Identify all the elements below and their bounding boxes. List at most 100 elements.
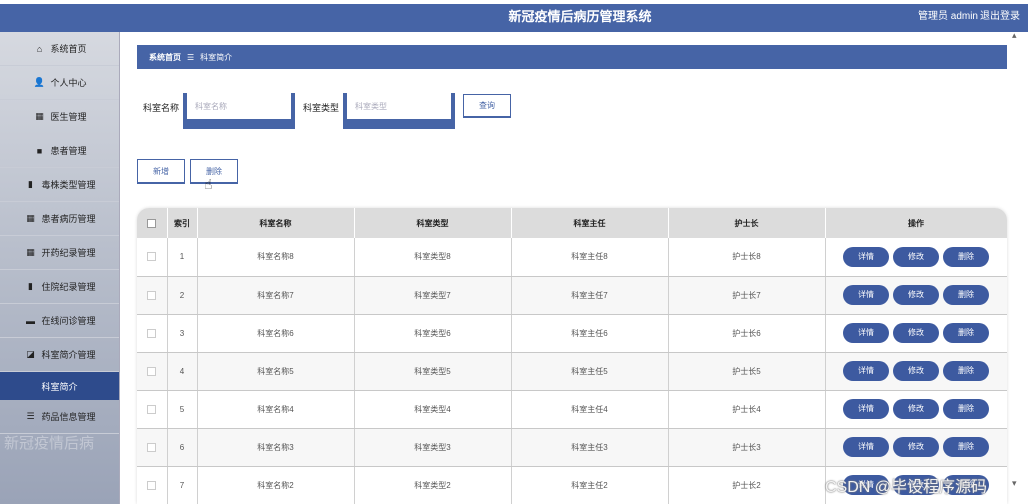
cell-director: 科室主任5	[511, 352, 669, 391]
detail-button[interactable]: 详情	[843, 285, 889, 305]
delete-button[interactable]: 删除	[943, 361, 989, 381]
sidebar-item[interactable]: ▦ 开药纪录管理	[0, 236, 119, 270]
row-checkbox-cell[interactable]	[137, 276, 168, 315]
row-checkbox-cell[interactable]	[137, 238, 168, 277]
cell-head-nurse: 护士长5	[668, 352, 826, 391]
edit-button[interactable]: 修改	[893, 285, 939, 305]
edit-button[interactable]: 修改	[893, 399, 939, 419]
detail-button[interactable]: 详情	[843, 323, 889, 343]
select-all-checkbox[interactable]	[147, 218, 157, 228]
delete-button[interactable]: 删除	[943, 437, 989, 457]
cell-index: 4	[167, 352, 198, 391]
sidebar-item-label: 住院纪录管理	[41, 282, 96, 292]
cell-department-name: 科室名称6	[197, 314, 355, 353]
row-checkbox[interactable]	[147, 366, 157, 376]
sidebar-item-label: 开药纪录管理	[41, 248, 96, 258]
cell-department-type: 科室类型4	[354, 390, 512, 429]
cell-director: 科室主任8	[511, 238, 669, 277]
cell-department-name: 科室名称2	[197, 466, 355, 504]
sidebar-item[interactable]: ▦ 医生管理	[0, 100, 119, 134]
top-header: 新冠疫情后病历管理系统 管理员 admin 退出登录	[0, 4, 1028, 32]
sidebar-item[interactable]: ▬ 在线问诊管理	[0, 304, 119, 338]
table-header-row: 索引 科室名称 科室类型 科室主任 护士长 操作	[137, 208, 1007, 238]
sidebar-watermark: 新冠疫情后病	[4, 435, 95, 452]
sidebar-item-medicine[interactable]: ☰ 药品信息管理	[0, 400, 119, 434]
sidebar-item-label: 毒株类型管理	[41, 180, 96, 190]
list-icon: ☰	[26, 411, 35, 421]
add-button[interactable]: 新增	[137, 159, 185, 184]
row-checkbox[interactable]	[147, 290, 157, 300]
breadcrumb-current: 科室简介	[200, 52, 233, 62]
delete-selected-button[interactable]: 删除	[190, 159, 238, 184]
home-icon: ⌂	[36, 43, 43, 54]
department-table: 索引 科室名称 科室类型 科室主任 护士长 操作 1 科室名称8 科室类型8 科室主任…	[137, 208, 1007, 504]
grid-icon: ▦	[26, 213, 35, 223]
sidebar-item[interactable]: ■ 患者管理	[0, 134, 119, 168]
cell-department-name: 科室名称5	[197, 352, 355, 391]
detail-button[interactable]: 详情	[843, 437, 889, 457]
table-row: 3 科室名称6 科室类型6 科室主任6 护士长6 详情 修改 删除	[137, 314, 1007, 353]
cell-head-nurse: 护士长4	[668, 390, 826, 429]
cell-operations: 详情 修改 删除	[825, 238, 1007, 277]
edit-button[interactable]: 修改	[893, 323, 939, 343]
cell-department-type: 科室类型6	[354, 314, 512, 353]
search-name-input[interactable]	[183, 93, 295, 129]
cell-index: 6	[167, 428, 198, 467]
row-checkbox[interactable]	[147, 442, 157, 452]
row-checkbox[interactable]	[147, 404, 157, 414]
cell-head-nurse: 护士长6	[668, 314, 826, 353]
cell-department-type: 科室类型7	[354, 276, 512, 315]
search-type-input[interactable]	[343, 93, 455, 129]
table-row: 6 科室名称3 科室类型3 科室主任3 护士长3 详情 修改 删除	[137, 428, 1007, 467]
row-checkbox[interactable]	[147, 252, 157, 262]
book-icon: ▮	[28, 179, 33, 189]
logout-link[interactable]: 退出登录	[980, 4, 1020, 30]
chat-icon: ▬	[25, 315, 35, 326]
cell-operations: 详情 修改 删除	[825, 352, 1007, 391]
row-checkbox-cell[interactable]	[137, 466, 168, 504]
cell-department-type: 科室类型3	[354, 428, 512, 467]
cell-operations: 详情 修改 删除	[825, 276, 1007, 315]
edit-button[interactable]: 修改	[893, 437, 939, 457]
row-checkbox-cell[interactable]	[137, 390, 168, 429]
breadcrumb-home[interactable]: 系统首页	[149, 52, 181, 63]
cell-operations: 详情 修改 删除	[825, 428, 1007, 467]
breadcrumb-separator-icon: ☰	[187, 52, 195, 62]
sidebar-item[interactable]: ⌂ 系统首页	[0, 32, 119, 66]
chart-icon: ◪	[26, 349, 35, 359]
row-checkbox[interactable]	[147, 328, 157, 338]
mouse-cursor-icon: ☝	[204, 176, 213, 192]
cell-operations: 详情 修改 删除	[825, 390, 1007, 429]
sidebar-item[interactable]: ▮ 住院纪录管理	[0, 270, 119, 304]
row-checkbox-cell[interactable]	[137, 314, 168, 353]
detail-button[interactable]: 详情	[843, 399, 889, 419]
row-checkbox-cell[interactable]	[137, 428, 168, 467]
row-checkbox[interactable]	[147, 480, 157, 490]
detail-button[interactable]: 详情	[843, 361, 889, 381]
sidebar-item[interactable]: ▦ 患者病历管理	[0, 202, 119, 236]
scroll-up-icon[interactable]: ▴	[1012, 30, 1017, 41]
sidebar-subitem-department-intro[interactable]: 科室简介	[0, 372, 119, 400]
row-checkbox-cell[interactable]	[137, 352, 168, 391]
query-button[interactable]: 查询	[463, 94, 511, 118]
cell-director: 科室主任3	[511, 428, 669, 467]
table-row: 5 科室名称4 科室类型4 科室主任4 护士长4 详情 修改 删除	[137, 390, 1007, 429]
scroll-down-icon[interactable]: ▾	[1012, 478, 1017, 489]
delete-button[interactable]: 删除	[943, 246, 989, 267]
edit-button[interactable]: 修改	[893, 246, 939, 267]
delete-button[interactable]: 删除	[943, 323, 989, 343]
select-all-checkbox-cell[interactable]	[137, 208, 168, 238]
cell-index: 5	[167, 390, 198, 429]
delete-button[interactable]: 删除	[943, 285, 989, 305]
current-user: 管理员 admin	[917, 11, 978, 22]
sidebar-item-label: 医生管理	[50, 112, 87, 122]
cell-director: 科室主任4	[511, 390, 669, 429]
cell-department-name: 科室名称3	[197, 428, 355, 467]
delete-button[interactable]: 删除	[943, 399, 989, 419]
cell-director: 科室主任2	[511, 466, 669, 504]
edit-button[interactable]: 修改	[893, 361, 939, 381]
sidebar-item[interactable]: 👤 个人中心	[0, 66, 119, 100]
sidebar-item[interactable]: ▮ 毒株类型管理	[0, 168, 119, 202]
sidebar-item[interactable]: ◪ 科室简介管理	[0, 338, 119, 372]
detail-button[interactable]: 详情	[843, 246, 889, 267]
